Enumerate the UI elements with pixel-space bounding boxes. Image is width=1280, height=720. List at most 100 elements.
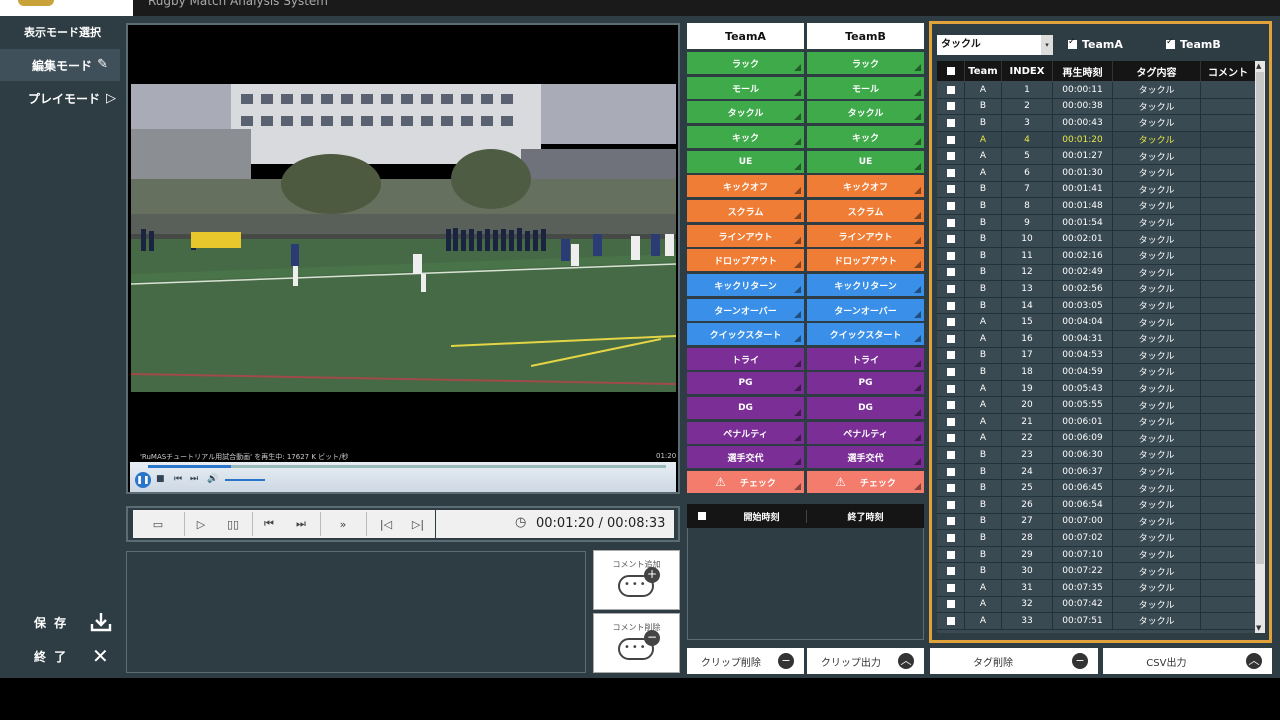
next-icon[interactable]: ⏭ [190,474,198,484]
row-checkbox[interactable] [946,467,955,476]
save-label[interactable]: 保 存 [34,614,68,631]
team-b-tag-button[interactable]: UE [807,151,924,173]
team-a-tag-button[interactable]: ターンオーバー [687,299,804,321]
row-checkbox[interactable] [946,85,955,94]
table-row[interactable]: B 24 00:06:37 タックル [937,463,1255,481]
table-row[interactable]: B 12 00:02:49 タックル [937,264,1255,282]
row-checkbox[interactable] [946,102,955,111]
delete-comment-button[interactable]: コメント削除 ••• − [593,613,680,673]
skip-forward-icon[interactable]: » [330,510,356,538]
table-row[interactable]: B 11 00:02:16 タックル [937,248,1255,265]
row-checkbox[interactable] [946,185,955,194]
table-row[interactable]: A 19 00:05:43 タックル [937,380,1255,398]
team-b-tag-button[interactable]: クイックスタート [807,323,924,345]
row-checkbox[interactable] [946,351,955,360]
team-b-tag-button[interactable]: トライ [807,348,924,370]
row-checkbox[interactable] [946,168,955,177]
team-b-tag-button[interactable]: ターンオーバー [807,299,924,321]
team-b-tag-button[interactable]: ラック [807,52,924,74]
volume-icon[interactable]: 🔊 [207,474,218,484]
delete-tag-button[interactable]: タグ削除 − [930,648,1098,674]
previous-frame-icon[interactable]: |◁ [374,510,398,538]
team-a-filter-checkbox[interactable]: TeamA [1068,37,1123,51]
close-icon[interactable]: ✕ [92,644,109,668]
table-row[interactable]: B 29 00:07:10 タックル [937,546,1255,564]
team-a-tag-button[interactable]: キック [687,126,804,148]
table-row[interactable]: A 33 00:07:51 タックル [937,613,1255,630]
table-row[interactable]: A 20 00:05:55 タックル [937,397,1255,414]
tag-table[interactable]: Team INDEX 再生時刻 タグ内容 コメント A 1 00:00:11 タックル… [937,61,1255,633]
row-checkbox[interactable] [946,367,955,376]
scroll-down-icon[interactable]: ▼ [1256,624,1261,632]
next-frame-icon[interactable]: ▷| [406,510,430,538]
row-checkbox[interactable] [946,334,955,343]
table-row[interactable]: A 16 00:04:31 タックル [937,331,1255,348]
table-row[interactable]: A 1 00:00:11 タックル [937,82,1255,99]
row-checkbox[interactable] [946,401,955,410]
pause-icon[interactable]: ❚❚ [135,472,151,488]
row-checkbox[interactable] [946,533,955,542]
csv-export-button[interactable]: CSV出力 ︿ [1103,648,1272,674]
team-b-filter-checkbox[interactable]: TeamB [1166,37,1221,51]
row-checkbox[interactable] [946,251,955,260]
table-row[interactable]: A 6 00:01:30 タックル [937,165,1255,182]
table-row[interactable]: B 26 00:06:54 タックル [937,497,1255,514]
export-clip-button[interactable]: クリップ出力 ︿ [807,648,924,674]
team-a-tag-button[interactable]: ペナルティ [687,422,804,444]
table-row[interactable]: B 2 00:00:38 タックル [937,98,1255,116]
row-checkbox[interactable] [946,583,955,592]
row-checkbox[interactable] [946,434,955,443]
table-row[interactable]: A 32 00:07:42 タックル [937,596,1255,614]
team-b-tag-button[interactable]: スクラム [807,200,924,222]
row-checkbox[interactable] [946,201,955,210]
table-row[interactable]: B 30 00:07:22 タックル [937,563,1255,580]
team-a-tag-button[interactable]: モール [687,77,804,99]
row-checkbox[interactable] [946,616,955,625]
row-checkbox[interactable] [946,118,955,127]
table-row[interactable]: A 22 00:06:09 タックル [937,430,1255,448]
row-checkbox[interactable] [946,517,955,526]
row-checkbox[interactable] [946,450,955,459]
download-icon[interactable] [90,612,112,632]
row-checkbox[interactable] [946,384,955,393]
select-all-checkbox[interactable] [698,512,706,520]
row-checkbox[interactable] [946,500,955,509]
edit-mode-button[interactable]: 編集モード ✎ [0,49,120,81]
row-checkbox[interactable] [946,550,955,559]
scroll-up-icon[interactable]: ▲ [1256,62,1261,70]
table-row[interactable]: A 4 00:01:20 タックル [937,131,1255,149]
team-b-tag-button[interactable]: ⚠ チェック [807,471,924,493]
table-row[interactable]: B 3 00:00:43 タックル [937,115,1255,132]
row-checkbox[interactable] [946,301,955,310]
scroll-thumb[interactable] [1256,72,1264,564]
team-a-tag-button[interactable]: キックオフ [687,175,804,197]
row-checkbox[interactable] [946,284,955,293]
team-b-tag-button[interactable]: タックル [807,101,924,123]
comment-area[interactable] [126,551,586,673]
table-row[interactable]: B 25 00:06:45 タックル [937,480,1255,497]
table-row[interactable]: B 28 00:07:02 タックル [937,530,1255,547]
table-row[interactable]: B 27 00:07:00 タックル [937,513,1255,531]
row-checkbox[interactable] [946,218,955,227]
team-b-tag-button[interactable]: DG [807,397,924,419]
table-row[interactable]: A 5 00:01:27 タックル [937,148,1255,165]
row-checkbox[interactable] [946,600,955,609]
play-mode-button[interactable]: プレイモード ▷ [0,82,120,114]
table-row[interactable]: B 8 00:01:48 タックル [937,198,1255,215]
team-a-tag-button[interactable]: ⚠ チェック [687,471,804,493]
table-row[interactable]: A 15 00:04:04 タックル [937,314,1255,331]
row-checkbox[interactable] [946,484,955,493]
rewind-icon[interactable]: ⏮ [256,510,282,538]
table-row[interactable]: B 18 00:04:59 タックル [937,364,1255,381]
row-checkbox[interactable] [946,235,955,244]
delete-clip-button[interactable]: クリップ削除 − [687,648,804,674]
table-row[interactable]: B 13 00:02:56 タックル [937,281,1255,298]
play-icon[interactable]: ▷ [188,510,214,538]
team-b-tag-button[interactable]: ラインアウト [807,225,924,247]
table-row[interactable]: B 23 00:06:30 タックル [937,447,1255,464]
team-b-tag-button[interactable]: 選手交代 [807,446,924,468]
team-a-tag-button[interactable]: 選手交代 [687,446,804,468]
table-row[interactable]: B 7 00:01:41 タックル [937,181,1255,199]
team-a-tag-button[interactable]: PG [687,372,804,394]
table-row[interactable]: B 10 00:02:01 タックル [937,231,1255,248]
